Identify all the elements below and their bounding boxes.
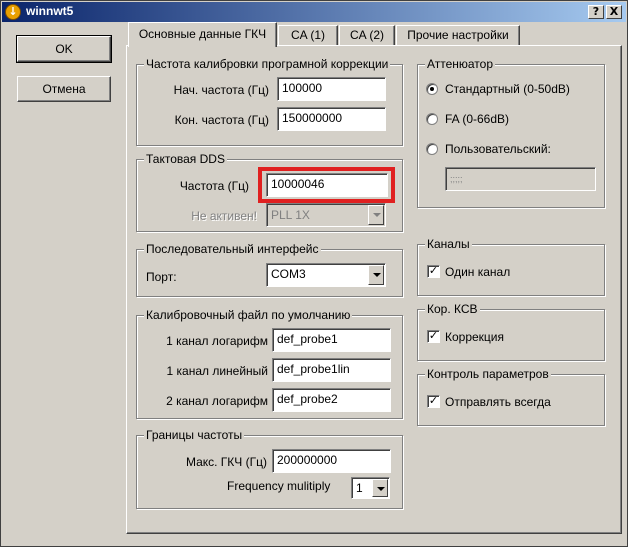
end-freq-input[interactable]: 150000000 [277,107,386,131]
attenuator-custom-label: Пользовательский: [445,142,551,156]
cal-ch2-log-label: 2 канал логарифм [166,394,268,408]
close-button[interactable]: X [606,5,622,19]
swr-group-title: Кор. КСВ [425,302,480,316]
attenuator-custom-radio[interactable] [426,143,438,155]
port-select[interactable]: COM3 [266,263,386,287]
max-freq-input[interactable]: 200000000 [272,449,391,473]
send-always-label: Отправлять всегда [445,395,551,409]
pll-select: PLL 1X [266,203,386,227]
dds-group-title: Тактовая DDS [144,152,227,166]
single-channel-label: Один канал [445,265,511,279]
port-select-value: COM3 [271,267,306,281]
cal-ch1-log-label: 1 канал логарифм [166,334,268,348]
channels-group-title: Каналы [425,237,472,251]
params-group-title: Контроль параметров [425,367,551,381]
tab-ca2[interactable]: CA (2) [339,25,395,46]
check-icon: ✓ [428,264,439,277]
cal-ch1-log-input[interactable]: def_probe1 [272,328,391,352]
attenuator-group-title: Аттенюатор [425,57,496,71]
chevron-down-icon[interactable] [372,479,388,497]
calfile-group-title: Калибровочный файл по умолчанию [144,308,353,322]
freq-multiply-value: 1 [356,481,363,495]
attenuator-standard-radio[interactable] [426,83,438,95]
attenuator-custom-input: ;;;;; [445,167,596,191]
swr-correction-checkbox[interactable]: ✓ [427,330,440,343]
cal-ch2-log-input[interactable]: def_probe2 [272,388,391,412]
check-icon: ✓ [428,394,439,407]
pll-select-value: PLL 1X [271,208,310,222]
window-title: winnwt5 [26,4,74,18]
attenuator-standard-label: Стандартный (0-50dB) [445,82,570,96]
start-freq-label: Нач. частота (Гц) [173,83,269,97]
freq-multiply-label: Frequency mulitiply [227,479,331,493]
chevron-down-icon [368,205,384,225]
ok-button[interactable]: OK [16,35,112,63]
pll-inactive-label: Не активен! [191,209,257,223]
send-always-checkbox[interactable]: ✓ [427,395,440,408]
cancel-button[interactable]: Отмена [17,76,111,102]
swr-correction-label: Коррекция [445,330,505,344]
calibration-group-title: Частота калибровки програмной коррекции [144,57,391,71]
dialog-window: ↓ winnwt5 ? X OK Отмена Основные данные … [0,0,628,547]
cal-ch1-lin-label: 1 канал линейный [166,364,269,378]
single-channel-checkbox[interactable]: ✓ [427,265,440,278]
dds-freq-highlight [258,167,395,203]
cal-ch1-lin-input[interactable]: def_probe1lin [272,358,391,382]
serial-group-title: Последовательный интерфейс [144,242,321,256]
end-freq-label: Кон. частота (Гц) [174,113,269,127]
check-icon: ✓ [428,329,439,342]
freq-multiply-select[interactable]: 1 [351,477,390,499]
start-freq-input[interactable]: 100000 [277,77,386,101]
attenuator-fa-label: FA (0-66dB) [445,112,510,126]
title-bar: ↓ winnwt5 ? X [2,2,626,22]
limits-group-title: Границы частоты [144,428,245,442]
tab-main-settings[interactable]: Основные данные ГКЧ [128,22,277,47]
tab-other-settings[interactable]: Прочие настройки [396,25,520,46]
port-label: Порт: [146,270,177,284]
attenuator-fa-radio[interactable] [426,113,438,125]
max-freq-label: Макс. ГКЧ (Гц) [185,455,267,469]
app-icon: ↓ [5,4,21,20]
chevron-down-icon[interactable] [368,265,384,285]
tab-ca1[interactable]: CA (1) [278,25,338,46]
help-button[interactable]: ? [588,5,604,19]
dds-freq-label: Частота (Гц) [179,179,249,193]
